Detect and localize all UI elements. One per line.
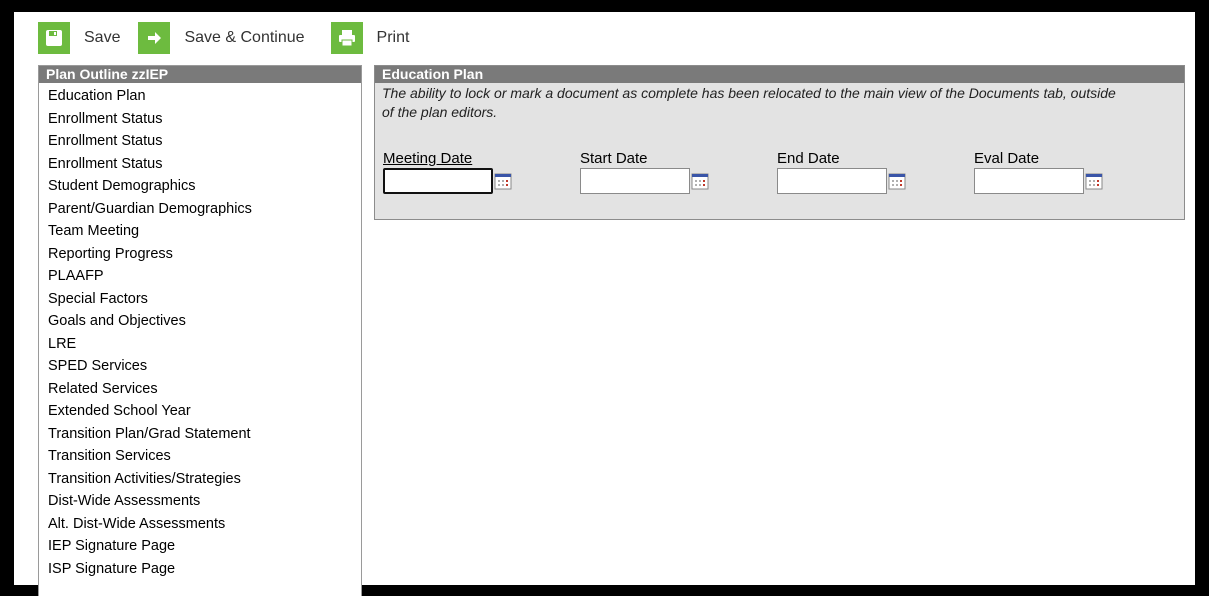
print-label: Print [376, 29, 410, 46]
sidebar-item-iep-signature-page[interactable]: IEP Signature Page [48, 535, 361, 558]
sidebar-item-goals-objectives[interactable]: Goals and Objectives [48, 310, 361, 333]
plan-editor-frame: Save Save & Continue Print Plan Outline … [14, 12, 1195, 596]
eval-date-input[interactable] [974, 168, 1084, 194]
sidebar-item-extended-school-year[interactable]: Extended School Year [48, 400, 361, 423]
sidebar-item-special-factors[interactable]: Special Factors [48, 288, 361, 311]
plan-outline-sidebar: Plan Outline zzIEP Education Plan Enroll… [38, 65, 362, 596]
sidebar-title: Plan Outline zzIEP [39, 66, 361, 83]
printer-icon [330, 22, 363, 54]
meeting-date-label: Meeting Date [383, 150, 473, 167]
save-continue-label: Save & Continue [184, 29, 305, 46]
sidebar-item-alt-dist-wide-assessments[interactable]: Alt. Dist-Wide Assessments [48, 513, 361, 536]
save-label: Save [84, 29, 121, 46]
calendar-icon[interactable] [691, 172, 709, 190]
start-date-input[interactable] [580, 168, 690, 194]
sidebar-item-transition-services[interactable]: Transition Services [48, 445, 361, 468]
education-plan-panel: Education Plan The ability to lock or ma… [374, 65, 1185, 220]
relocation-note: The ability to lock or mark a document a… [382, 85, 1116, 120]
toolbar: Save Save & Continue Print [38, 22, 427, 54]
sidebar-item-transition-plan[interactable]: Transition Plan/Grad Statement [48, 423, 361, 446]
save-continue-button[interactable]: Save & Continue [138, 22, 305, 54]
eval-date-field: Eval Date [974, 150, 1171, 194]
save-button[interactable]: Save [38, 22, 120, 54]
end-date-label: End Date [777, 150, 840, 167]
sidebar-item-team-meeting[interactable]: Team Meeting [48, 220, 361, 243]
sidebar-item-student-demographics[interactable]: Student Demographics [48, 175, 361, 198]
sidebar-item-enrollment-status[interactable]: Enrollment Status [48, 108, 361, 131]
sidebar-item-lre[interactable]: LRE [48, 333, 361, 356]
sidebar-item-isp-signature-page[interactable]: ISP Signature Page [48, 558, 361, 581]
end-date-field: End Date [777, 150, 974, 194]
sidebar-item-enrollment-status[interactable]: Enrollment Status [48, 153, 361, 176]
sidebar-item-parent-guardian-demographics[interactable]: Parent/Guardian Demographics [48, 198, 361, 221]
arrow-right-icon [138, 22, 171, 54]
start-date-field: Start Date [580, 150, 777, 194]
calendar-icon[interactable] [1085, 172, 1103, 190]
sidebar-item-enrollment-status[interactable]: Enrollment Status [48, 130, 361, 153]
panel-title: Education Plan [375, 66, 1184, 83]
calendar-icon[interactable] [888, 172, 906, 190]
sidebar-item-plaafp[interactable]: PLAAFP [48, 265, 361, 288]
print-button[interactable]: Print [330, 22, 410, 54]
meeting-date-field: Meeting Date [383, 150, 580, 194]
sidebar-item-dist-wide-assessments[interactable]: Dist-Wide Assessments [48, 490, 361, 513]
end-date-input[interactable] [777, 168, 887, 194]
eval-date-label: Eval Date [974, 150, 1040, 167]
sidebar-item-sped-services[interactable]: SPED Services [48, 355, 361, 378]
date-fields: Meeting Date Start Date End Date Eval Da… [383, 150, 1171, 194]
calendar-icon[interactable] [494, 172, 512, 190]
meeting-date-input[interactable] [383, 168, 493, 194]
sidebar-item-transition-activities[interactable]: Transition Activities/Strategies [48, 468, 361, 491]
sidebar-item-reporting-progress[interactable]: Reporting Progress [48, 243, 361, 266]
start-date-label: Start Date [580, 150, 648, 167]
plan-outline-list: Education Plan Enrollment Status Enrollm… [39, 83, 361, 580]
sidebar-item-related-services[interactable]: Related Services [48, 378, 361, 401]
sidebar-item-education-plan[interactable]: Education Plan [48, 85, 361, 108]
floppy-icon [38, 22, 70, 54]
